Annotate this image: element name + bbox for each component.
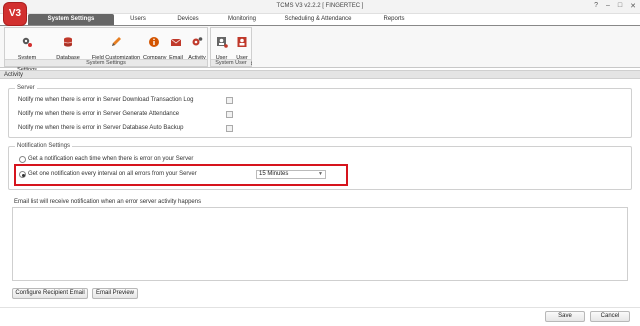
tab-system-settings[interactable]: System Settings xyxy=(28,14,114,25)
activity-gear-icon xyxy=(192,37,203,46)
option-generate-attendance-label: Notify me when there is error in Server … xyxy=(18,111,180,117)
tab-devices[interactable]: Devices xyxy=(162,14,214,25)
cancel-button[interactable]: Cancel xyxy=(590,311,630,322)
window-title: TCMS V3 v2.2.2 [ FINGERTEC ] xyxy=(276,3,364,9)
pencil-icon xyxy=(112,37,121,46)
tab-monitoring[interactable]: Monitoring xyxy=(214,14,270,25)
envelope-icon xyxy=(170,38,182,46)
notify-interval-radio[interactable] xyxy=(19,171,26,178)
user-roles-icon xyxy=(216,37,228,48)
tab-reports[interactable]: Reports xyxy=(366,14,422,25)
notify-each-label: Get a notification each time when there … xyxy=(28,156,194,162)
ribbon-group-system-user: User Roles User Account System User xyxy=(210,27,252,67)
user-account-icon xyxy=(237,37,247,47)
ribbon-group-system-settings: System Parameter Settings Database Confi… xyxy=(4,27,208,73)
title-bar: TCMS V3 v2.2.2 [ FINGERTEC ] ? – □ ✕ xyxy=(0,0,640,14)
interval-select-value: 15 Minutes xyxy=(259,171,289,177)
option-generate-attendance-checkbox[interactable] xyxy=(226,111,233,118)
main-tabs: System Settings Users Devices Monitoring… xyxy=(28,14,422,25)
tab-users[interactable]: Users xyxy=(114,14,162,25)
email-list-caption: Email list will receive notification whe… xyxy=(14,199,202,205)
notify-interval-label: Get one notification every interval on a… xyxy=(28,171,197,177)
interval-select[interactable]: 15 Minutes ▼ xyxy=(256,170,326,179)
app-logo[interactable]: V3 xyxy=(4,3,26,25)
minimize-icon[interactable]: – xyxy=(606,2,610,10)
window-controls: ? – □ ✕ xyxy=(594,2,636,10)
configure-recipient-email-button[interactable]: Configure Recipient Email xyxy=(12,288,88,299)
tab-scheduling-attendance[interactable]: Scheduling & Attendance xyxy=(270,14,366,25)
database-icon xyxy=(63,37,73,47)
chevron-down-icon: ▼ xyxy=(318,171,323,177)
ribbon-group-label: System Settings xyxy=(5,59,207,66)
maximize-icon[interactable]: □ xyxy=(618,2,622,10)
email-preview-button[interactable]: Email Preview xyxy=(92,288,138,299)
save-button[interactable]: Save xyxy=(545,311,585,322)
option-download-log-label: Notify me when there is error in Server … xyxy=(18,97,194,103)
info-icon xyxy=(149,37,159,47)
system-parameter-settings-button[interactable]: System Parameter Settings xyxy=(5,30,49,73)
gears-icon xyxy=(22,37,32,47)
footer-divider xyxy=(0,307,640,308)
server-legend: Server xyxy=(15,85,37,91)
activity-panel-title: Activity xyxy=(0,70,640,79)
notification-settings-legend: Notification Settings xyxy=(15,143,73,149)
email-button[interactable]: Email xyxy=(167,30,185,61)
ribbon-group-label: System User xyxy=(211,59,251,66)
close-icon[interactable]: ✕ xyxy=(630,2,636,10)
activity-button[interactable]: Activity xyxy=(186,30,208,61)
ribbon: System Parameter Settings Database Confi… xyxy=(0,26,640,73)
notify-each-radio[interactable] xyxy=(19,156,26,163)
email-list-box[interactable] xyxy=(12,207,628,281)
option-download-log-checkbox[interactable] xyxy=(226,97,233,104)
option-auto-backup-checkbox[interactable] xyxy=(226,125,233,132)
help-icon[interactable]: ? xyxy=(594,2,598,10)
option-auto-backup-label: Notify me when there is error in Server … xyxy=(18,125,184,131)
